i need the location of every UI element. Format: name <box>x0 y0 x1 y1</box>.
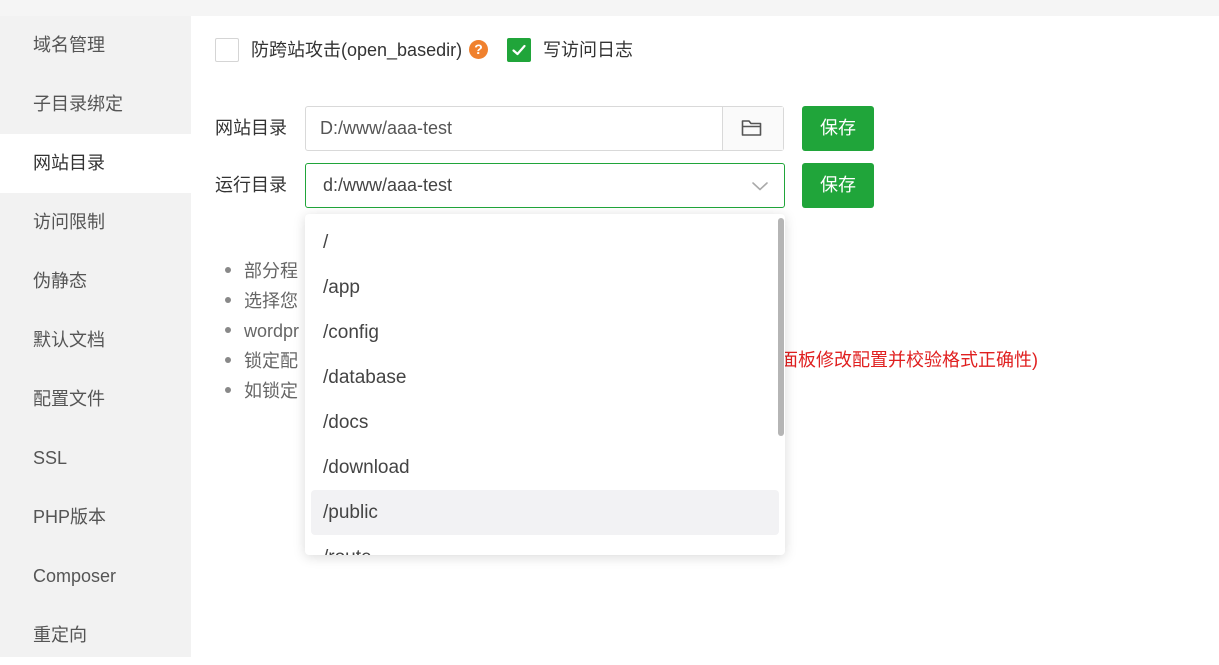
dropdown-option[interactable]: /app <box>311 265 779 310</box>
sidebar-item-config-file[interactable]: 配置文件 <box>0 370 191 429</box>
access-log-label: 写访问日志 <box>543 40 633 60</box>
anti-xss-label: 防跨站攻击(open_basedir) <box>251 40 463 60</box>
dropdown-option-highlighted[interactable]: /public <box>311 490 779 535</box>
dropdown-option[interactable]: / <box>311 220 779 265</box>
check-icon <box>512 44 526 56</box>
sidebar-item-composer[interactable]: Composer <box>0 547 191 606</box>
sidebar-item-default-doc[interactable]: 默认文档 <box>0 311 191 370</box>
help-icon[interactable]: ? <box>469 40 488 59</box>
sidebar-item-php-version[interactable]: PHP版本 <box>0 488 191 547</box>
sidebar: 域名管理 子目录绑定 网站目录 访问限制 伪静态 默认文档 配置文件 SSL P… <box>0 16 191 657</box>
tip-item: 选择您 <box>225 286 298 316</box>
site-dir-value: D:/www/aaa-test <box>320 118 453 138</box>
dropdown-option[interactable]: /route <box>311 535 779 555</box>
sidebar-item-rewrite[interactable]: 伪静态 <box>0 252 191 311</box>
site-dir-save-button[interactable]: 保存 <box>802 106 874 151</box>
dropdown-option[interactable]: /database <box>311 355 779 400</box>
run-dir-select[interactable]: d:/www/aaa-test <box>305 163 785 208</box>
run-dir-label: 运行目录 <box>215 175 287 195</box>
dropdown-option[interactable]: /docs <box>311 400 779 445</box>
site-dir-label: 网站目录 <box>215 118 287 138</box>
run-dir-save-button[interactable]: 保存 <box>802 163 874 208</box>
run-dir-dropdown: / /app /config /database /docs /download… <box>305 214 785 555</box>
sidebar-item-subdir[interactable]: 子目录绑定 <box>0 75 191 134</box>
tip-item: 如锁定 <box>225 376 298 406</box>
folder-browse-button[interactable] <box>722 107 783 150</box>
sidebar-item-access-limit[interactable]: 访问限制 <box>0 193 191 252</box>
sidebar-item-redirect[interactable]: 重定向 <box>0 606 191 665</box>
dropdown-option[interactable]: /config <box>311 310 779 355</box>
sidebar-item-site-dir[interactable]: 网站目录 <box>0 134 191 193</box>
sidebar-item-domain[interactable]: 域名管理 <box>0 16 191 75</box>
anti-xss-checkbox[interactable] <box>215 38 239 62</box>
chevron-down-icon <box>752 182 768 191</box>
tip-item: 部分程 <box>225 256 298 286</box>
dropdown-option[interactable]: /download <box>311 445 779 490</box>
tip-item: wordpr <box>225 316 299 346</box>
access-log-checkbox[interactable] <box>507 38 531 62</box>
sidebar-item-ssl[interactable]: SSL <box>0 429 191 488</box>
run-dir-value: d:/www/aaa-test <box>323 175 453 195</box>
top-bar <box>0 0 1219 16</box>
tip-warning-text: 面板修改配置并校验格式正确性) <box>780 350 1038 370</box>
site-dir-input[interactable]: D:/www/aaa-test <box>305 106 784 151</box>
folder-icon <box>741 120 762 136</box>
dropdown-scrollbar[interactable] <box>778 218 784 436</box>
tip-item: 锁定配 <box>225 346 298 376</box>
